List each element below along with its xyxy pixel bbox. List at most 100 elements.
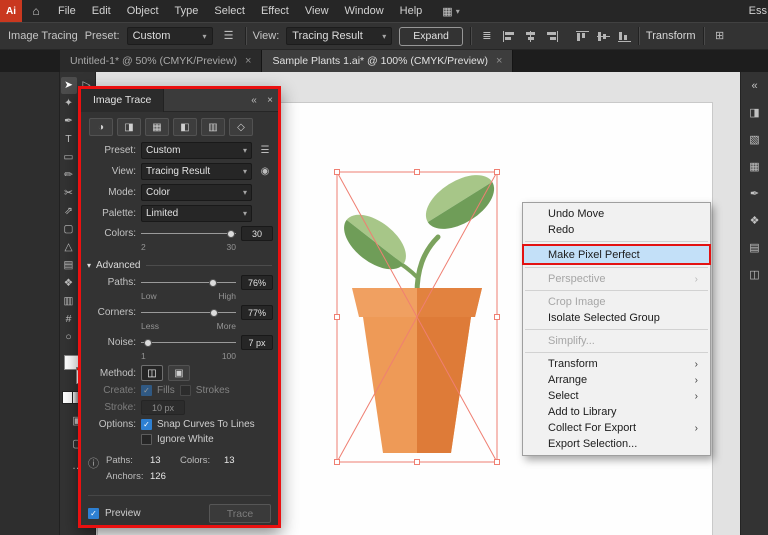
slider-knob[interactable] xyxy=(209,279,217,287)
mode-dropdown[interactable]: Color ▾ xyxy=(141,184,252,201)
layers-panel-icon[interactable]: ▤ xyxy=(745,239,765,257)
perspective-grid-tool[interactable]: △ xyxy=(61,239,77,256)
menu-object[interactable]: Object xyxy=(119,0,167,22)
align-vertical-center-icon[interactable] xyxy=(597,31,610,42)
paths-value[interactable]: 76% xyxy=(241,275,273,290)
fills-checkbox[interactable]: ✓ xyxy=(141,385,152,396)
expand-button[interactable]: Expand xyxy=(399,27,463,46)
menu-view[interactable]: View xyxy=(297,0,337,22)
ignore-white-checkbox[interactable] xyxy=(141,434,152,445)
context-item-undo-move[interactable]: Undo Move xyxy=(523,206,710,222)
panel-menu-icon[interactable]: ☰ xyxy=(220,28,238,44)
context-item-simplify[interactable]: Simplify... xyxy=(523,333,710,349)
workspace-name[interactable]: Ess xyxy=(749,5,768,17)
zoom-tool[interactable]: ○ xyxy=(61,329,77,346)
align-horizontal-right-icon[interactable] xyxy=(545,31,558,42)
outline-preset-button[interactable]: ◇ xyxy=(229,118,253,136)
high-color-preset-button[interactable]: ◨ xyxy=(117,118,141,136)
context-item-crop-image[interactable]: Crop Image xyxy=(523,294,710,310)
panel-close-icon[interactable]: × xyxy=(262,95,278,106)
color-guide-panel-icon[interactable]: ▧ xyxy=(745,131,765,149)
distribute-options-icon[interactable]: ≣ xyxy=(478,28,496,44)
slider-knob[interactable] xyxy=(227,230,235,238)
menu-type[interactable]: Type xyxy=(167,0,207,22)
context-item-add-to-library[interactable]: Add to Library xyxy=(523,404,710,420)
auto-color-preset-button[interactable]: ◑ xyxy=(89,118,113,136)
corners-value[interactable]: 77% xyxy=(241,305,273,320)
colors-slider[interactable] xyxy=(141,227,236,240)
menu-effect[interactable]: Effect xyxy=(253,0,297,22)
advanced-section-toggle[interactable]: ▾ Advanced xyxy=(87,260,272,271)
noise-slider[interactable] xyxy=(141,336,236,349)
panel-collapse-icon[interactable]: « xyxy=(246,95,262,106)
align-vertical-top-icon[interactable] xyxy=(576,31,589,42)
color-panel-icon[interactable]: ◨ xyxy=(745,104,765,122)
magic-wand-tool[interactable]: ✦ xyxy=(61,95,77,112)
selection-tool[interactable]: ➤ xyxy=(61,77,77,94)
low-color-preset-button[interactable]: ▦ xyxy=(145,118,169,136)
preview-checkbox[interactable]: ✓ xyxy=(88,508,99,519)
column-graph-tool[interactable]: ▥ xyxy=(61,293,77,310)
context-item-collect-for-export[interactable]: Collect For Export› xyxy=(523,420,710,436)
pencil-tool[interactable]: ✏ xyxy=(61,167,77,184)
swatches-panel-icon[interactable]: ▦ xyxy=(745,158,765,176)
symbols-panel-icon[interactable]: ❖ xyxy=(745,212,765,230)
scissors-tool[interactable]: ✂ xyxy=(61,185,77,202)
context-item-arrange[interactable]: Arrange› xyxy=(523,372,710,388)
blend-tool[interactable]: ❖ xyxy=(61,275,77,292)
align-horizontal-center-icon[interactable] xyxy=(524,31,537,42)
illustrator-logo[interactable]: Ai xyxy=(0,0,22,22)
artboards-panel-icon[interactable]: ◫ xyxy=(745,266,765,284)
grayscale-preset-button[interactable]: ◧ xyxy=(173,118,197,136)
corners-slider[interactable] xyxy=(141,306,236,319)
color-button[interactable] xyxy=(63,392,72,403)
strokes-checkbox[interactable] xyxy=(180,385,191,396)
stroke-value[interactable]: 10 px xyxy=(141,400,185,415)
rectangle-tool[interactable]: ▭ xyxy=(61,149,77,166)
menu-edit[interactable]: Edit xyxy=(84,0,119,22)
method-overlapping-button[interactable]: ▣ xyxy=(168,365,190,381)
palette-dropdown[interactable]: Limited ▾ xyxy=(141,205,252,222)
close-icon[interactable]: × xyxy=(496,55,502,67)
document-tab-untitled[interactable]: Untitled-1* @ 50% (CMYK/Preview) × xyxy=(60,50,262,72)
options-grid-icon[interactable]: ⊞ xyxy=(711,28,729,44)
scale-tool[interactable]: ⇗ xyxy=(61,203,77,220)
colors-value[interactable]: 30 xyxy=(241,226,273,241)
black-and-white-preset-button[interactable]: ▥ xyxy=(201,118,225,136)
slider-knob[interactable] xyxy=(210,309,218,317)
trace-preset-dropdown[interactable]: Custom ▾ xyxy=(141,142,252,159)
context-item-make-pixel-perfect[interactable]: Make Pixel Perfect xyxy=(523,245,710,264)
context-item-redo[interactable]: Redo xyxy=(523,222,710,238)
menu-file[interactable]: File xyxy=(50,0,84,22)
align-vertical-bottom-icon[interactable] xyxy=(618,31,631,42)
transform-button[interactable]: Transform xyxy=(646,30,696,42)
context-item-perspective[interactable]: Perspective› xyxy=(523,271,710,287)
eye-icon[interactable]: ◉ xyxy=(257,166,273,177)
context-item-transform[interactable]: Transform› xyxy=(523,356,710,372)
preset-menu-icon[interactable]: ☰ xyxy=(257,145,273,156)
pen-tool[interactable]: ✒ xyxy=(61,113,77,130)
document-tab-sample-plants[interactable]: Sample Plants 1.ai* @ 100% (CMYK/Preview… xyxy=(262,50,513,72)
type-tool[interactable]: T xyxy=(61,131,77,148)
menu-select[interactable]: Select xyxy=(206,0,253,22)
expand-panels-icon[interactable]: « xyxy=(745,77,765,95)
method-abutting-button[interactable]: ◫ xyxy=(141,365,163,381)
slider-knob[interactable] xyxy=(144,339,152,347)
home-icon[interactable]: ⌂ xyxy=(24,4,48,18)
align-horizontal-left-icon[interactable] xyxy=(503,31,516,42)
gradient-tool[interactable]: ▤ xyxy=(61,257,77,274)
paths-slider[interactable] xyxy=(141,276,236,289)
slice-tool[interactable]: # xyxy=(61,311,77,328)
image-trace-panel-tab[interactable]: Image Trace xyxy=(81,89,164,112)
noise-value[interactable]: 7 px xyxy=(241,335,273,350)
snap-curves-checkbox[interactable]: ✓ xyxy=(141,419,152,430)
view-dropdown[interactable]: Tracing Result ▾ xyxy=(286,27,392,45)
context-item-export-selection[interactable]: Export Selection... xyxy=(523,436,710,452)
close-icon[interactable]: × xyxy=(245,55,251,67)
context-item-isolate-selected-group[interactable]: Isolate Selected Group xyxy=(523,310,710,326)
trace-button[interactable]: Trace xyxy=(209,504,271,523)
menu-window[interactable]: Window xyxy=(337,0,392,22)
free-transform-tool[interactable]: ▢ xyxy=(61,221,77,238)
trace-view-dropdown[interactable]: Tracing Result ▾ xyxy=(141,163,252,180)
menu-help[interactable]: Help xyxy=(392,0,431,22)
